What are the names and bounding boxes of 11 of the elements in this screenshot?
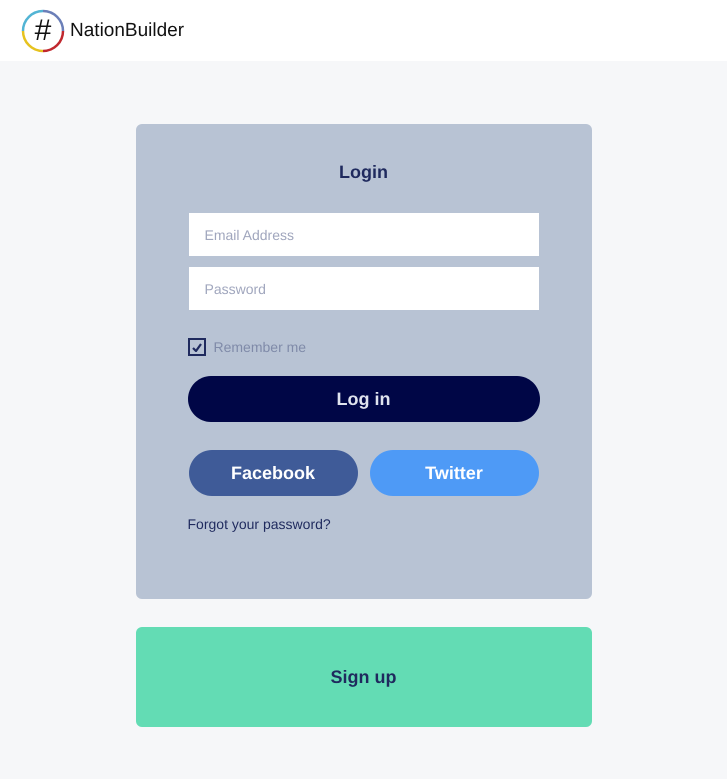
- login-button[interactable]: Log in: [188, 376, 540, 422]
- remember-label: Remember me: [214, 339, 306, 355]
- brand-name: NationBuilder: [70, 20, 184, 42]
- forgot-password-link[interactable]: Forgot your password?: [188, 516, 331, 532]
- signup-button[interactable]: Sign up: [136, 627, 592, 727]
- login-title: Login: [339, 162, 388, 183]
- checkmark-icon: [192, 342, 202, 352]
- remember-checkbox[interactable]: [188, 338, 206, 356]
- email-field[interactable]: Email Address: [188, 213, 538, 256]
- password-field[interactable]: Password: [188, 267, 538, 310]
- social-login-button[interactable]: Facebook: [188, 450, 358, 496]
